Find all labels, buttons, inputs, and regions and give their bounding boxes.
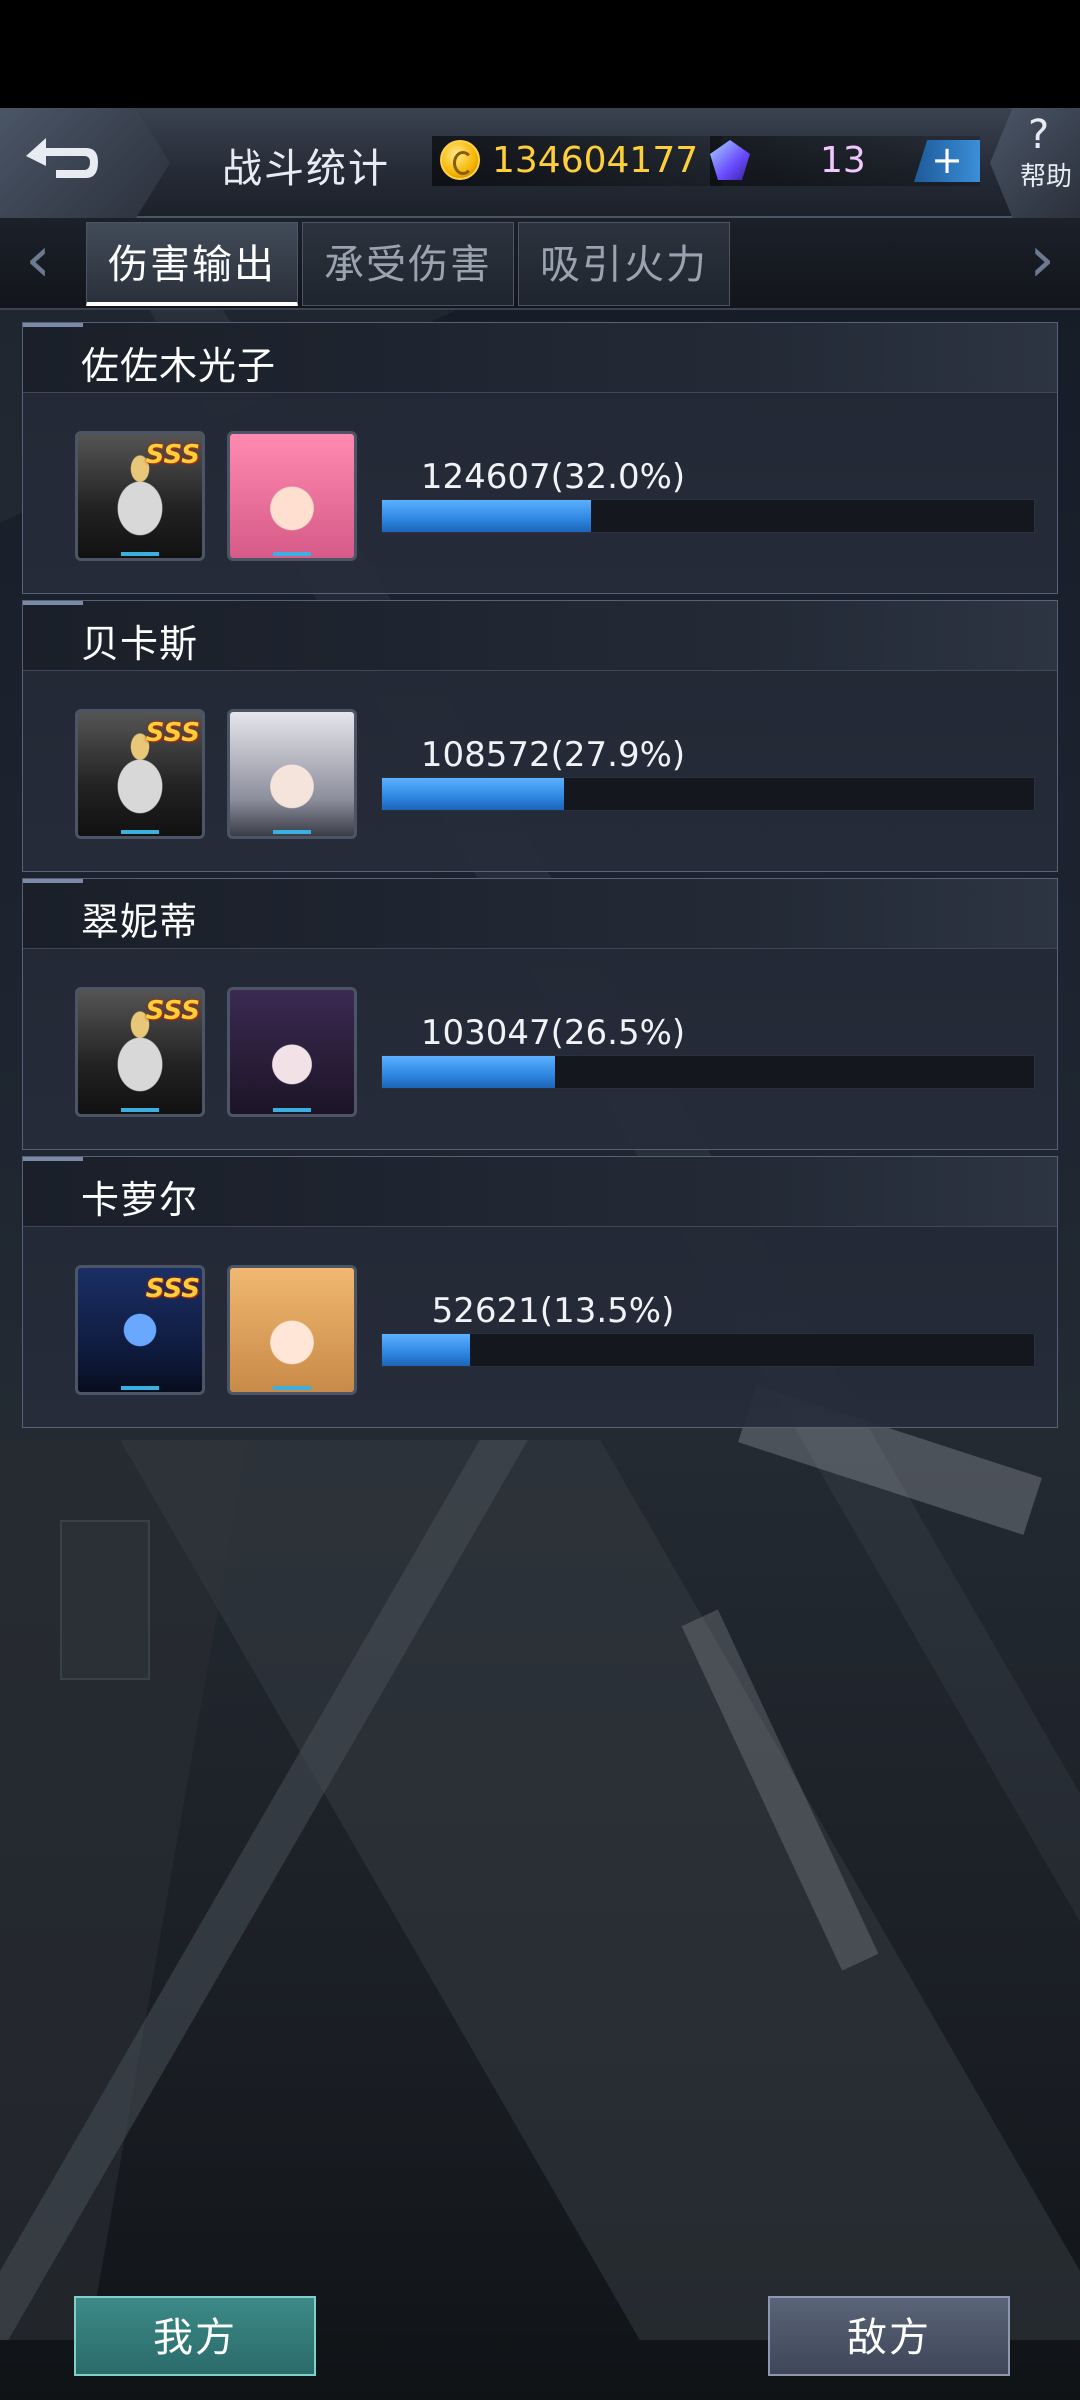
pilot-name: 贝卡斯 xyxy=(81,622,199,666)
coin-amount: 134604177 xyxy=(492,140,699,181)
card-header: 卡萝尔 xyxy=(23,1157,1057,1227)
diamond-icon xyxy=(710,140,750,180)
stat-card: 卡萝尔 SSS 52621(13.5%) xyxy=(22,1156,1058,1428)
damage-bar-fill xyxy=(382,1334,471,1366)
damage-bar-fill xyxy=(382,1056,555,1088)
stat-card: 翠妮蒂 SSS 103047(26.5%) xyxy=(22,878,1058,1150)
mech-portrait[interactable]: SSS xyxy=(75,709,205,839)
stat-card: 贝卡斯 SSS 108572(27.9%) xyxy=(22,600,1058,872)
damage-bar-track xyxy=(381,1333,1035,1367)
gem-amount: 13 xyxy=(820,140,866,181)
our-side-button[interactable]: 我方 xyxy=(74,2296,316,2376)
damage-value: 103047(26.5%) xyxy=(420,1013,686,1053)
coin-counter: 134604177 xyxy=(432,136,722,186)
damage-bar-track xyxy=(381,1055,1035,1089)
stat-card: 佐佐木光子 SSS 124607(32.0%) xyxy=(22,322,1058,594)
status-bar xyxy=(0,0,1080,108)
card-header: 翠妮蒂 xyxy=(23,879,1057,949)
damage-value: 124607(32.0%) xyxy=(420,457,686,497)
enemy-side-button[interactable]: 敌方 xyxy=(768,2296,1010,2376)
damage-value: 52621(13.5%) xyxy=(431,1291,675,1331)
help-button[interactable]: ? 帮助 xyxy=(990,108,1080,218)
back-arrow-icon xyxy=(26,138,98,178)
help-label: 帮助 xyxy=(1020,162,1073,192)
background-machinery xyxy=(0,1440,1080,2340)
damage-value: 108572(27.9%) xyxy=(420,735,686,775)
background-panel xyxy=(60,1520,150,1680)
mech-portrait[interactable]: SSS xyxy=(75,987,205,1117)
tab-bar: ‹ 伤害输出 承受伤害 吸引火力 › xyxy=(0,218,1080,310)
chevron-right-icon[interactable]: › xyxy=(1012,228,1072,298)
top-bar: 战斗统计 134604177 13 + ? 帮助 xyxy=(0,108,1080,218)
add-gems-button[interactable]: + xyxy=(914,140,980,182)
back-button[interactable] xyxy=(0,108,170,218)
tab-aggro[interactable]: 吸引火力 xyxy=(518,222,730,306)
damage-bar-track xyxy=(381,499,1035,533)
rank-badge: SSS xyxy=(145,718,200,748)
pilot-name: 卡萝尔 xyxy=(81,1178,199,1222)
pilot-name: 佐佐木光子 xyxy=(81,344,277,388)
damage-bar-track xyxy=(381,777,1035,811)
gem-counter: 13 + xyxy=(710,136,980,186)
mech-portrait[interactable]: SSS xyxy=(75,431,205,561)
question-mark-icon: ? xyxy=(1028,112,1050,158)
chevron-left-icon[interactable]: ‹ xyxy=(8,228,68,298)
tab-damage-dealt[interactable]: 伤害输出 xyxy=(86,222,298,306)
damage-bar-fill xyxy=(382,500,591,532)
mech-portrait[interactable]: SSS xyxy=(75,1265,205,1395)
card-header: 贝卡斯 xyxy=(23,601,1057,671)
coin-icon xyxy=(440,140,480,180)
rank-badge: SSS xyxy=(145,996,200,1026)
pilot-name: 翠妮蒂 xyxy=(81,900,199,944)
rank-badge: SSS xyxy=(145,440,200,470)
page-title: 战斗统计 xyxy=(222,146,390,192)
card-header: 佐佐木光子 xyxy=(23,323,1057,393)
background-strut xyxy=(681,1609,879,1971)
rank-badge: SSS xyxy=(145,1274,200,1304)
tab-damage-taken[interactable]: 承受伤害 xyxy=(302,222,514,306)
damage-bar-fill xyxy=(382,778,564,810)
